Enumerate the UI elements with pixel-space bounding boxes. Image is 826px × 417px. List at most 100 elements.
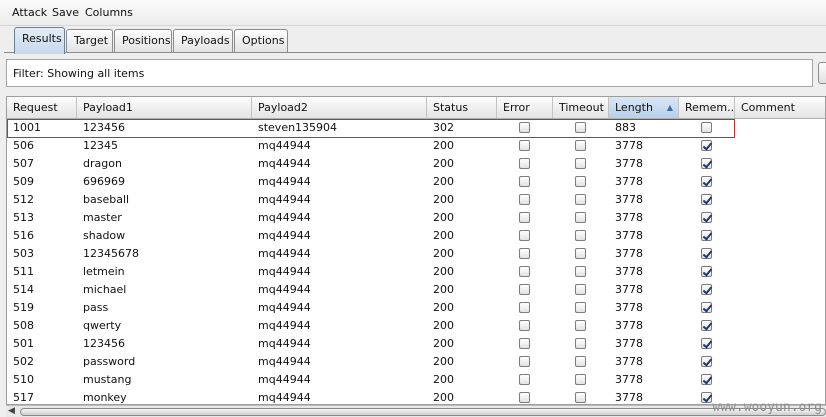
column-header-remember[interactable]: Remem... bbox=[679, 97, 735, 118]
cell-comment bbox=[735, 227, 741, 245]
column-header-comment[interactable]: Comment bbox=[735, 97, 825, 118]
error-checkbox[interactable] bbox=[519, 374, 530, 385]
remember-checkbox[interactable] bbox=[701, 122, 712, 133]
remember-checkbox[interactable] bbox=[701, 140, 712, 151]
cell-status: 200 bbox=[433, 211, 454, 224]
error-checkbox[interactable] bbox=[519, 140, 530, 151]
error-checkbox[interactable] bbox=[519, 284, 530, 295]
table-row[interactable]: 508 qwerty mq44944 200 3778 bbox=[7, 317, 825, 335]
timeout-checkbox[interactable] bbox=[575, 194, 586, 205]
table-row[interactable]: 513 master mq44944 200 3778 bbox=[7, 209, 825, 227]
table-row[interactable]: 507 dragon mq44944 200 3778 bbox=[7, 155, 825, 173]
timeout-checkbox[interactable] bbox=[575, 374, 586, 385]
timeout-checkbox[interactable] bbox=[575, 140, 586, 151]
cell-payload1: 12345 bbox=[83, 139, 118, 152]
timeout-checkbox[interactable] bbox=[575, 212, 586, 223]
error-checkbox[interactable] bbox=[519, 122, 530, 133]
table-row[interactable]: 501 123456 mq44944 200 3778 bbox=[7, 335, 825, 353]
table-row[interactable]: 514 michael mq44944 200 3778 bbox=[7, 281, 825, 299]
menu-save[interactable]: Save bbox=[52, 6, 79, 19]
remember-checkbox[interactable] bbox=[701, 284, 712, 295]
cell-payload2: mq44944 bbox=[258, 193, 311, 206]
timeout-checkbox[interactable] bbox=[575, 284, 586, 295]
remember-checkbox[interactable] bbox=[701, 392, 712, 403]
timeout-checkbox[interactable] bbox=[575, 230, 586, 241]
error-checkbox[interactable] bbox=[519, 392, 530, 403]
filter-side-button[interactable] bbox=[818, 62, 826, 84]
scrollbar-thumb[interactable] bbox=[20, 408, 826, 416]
remember-checkbox[interactable] bbox=[701, 176, 712, 187]
tab-options[interactable]: Options bbox=[234, 29, 288, 53]
table-row[interactable]: 1001 123456 steven135904 302 883 bbox=[7, 119, 825, 138]
timeout-checkbox[interactable] bbox=[575, 248, 586, 259]
table-row[interactable]: 503 12345678 mq44944 200 3778 bbox=[7, 245, 825, 263]
horizontal-scrollbar[interactable]: ◀ bbox=[6, 405, 826, 417]
cell-comment bbox=[735, 173, 741, 191]
remember-checkbox[interactable] bbox=[701, 338, 712, 349]
remember-checkbox[interactable] bbox=[701, 266, 712, 277]
cell-payload2: mq44944 bbox=[258, 355, 311, 368]
column-header-timeout[interactable]: Timeout bbox=[553, 97, 609, 118]
tab-payloads[interactable]: Payloads bbox=[173, 29, 233, 53]
remember-checkbox[interactable] bbox=[701, 158, 712, 169]
column-header-payload2[interactable]: Payload2 bbox=[252, 97, 427, 118]
cell-request: 502 bbox=[13, 355, 34, 368]
remember-checkbox[interactable] bbox=[701, 212, 712, 223]
remember-checkbox[interactable] bbox=[701, 248, 712, 259]
timeout-checkbox[interactable] bbox=[575, 320, 586, 331]
column-header-error[interactable]: Error bbox=[497, 97, 553, 118]
error-checkbox[interactable] bbox=[519, 176, 530, 187]
table-row[interactable]: 512 baseball mq44944 200 3778 bbox=[7, 191, 825, 209]
cell-length: 3778 bbox=[615, 283, 643, 296]
error-checkbox[interactable] bbox=[519, 320, 530, 331]
timeout-checkbox[interactable] bbox=[575, 356, 586, 367]
cell-payload2: mq44944 bbox=[258, 211, 311, 224]
error-checkbox[interactable] bbox=[519, 158, 530, 169]
table-row[interactable]: 509 696969 mq44944 200 3778 bbox=[7, 173, 825, 191]
error-checkbox[interactable] bbox=[519, 302, 530, 313]
error-checkbox[interactable] bbox=[519, 248, 530, 259]
error-checkbox[interactable] bbox=[519, 266, 530, 277]
table-row[interactable]: 516 shadow mq44944 200 3778 bbox=[7, 227, 825, 245]
remember-checkbox[interactable] bbox=[701, 230, 712, 241]
remember-checkbox[interactable] bbox=[701, 302, 712, 313]
remember-checkbox[interactable] bbox=[701, 320, 712, 331]
column-header-status[interactable]: Status bbox=[427, 97, 497, 118]
cell-request: 507 bbox=[13, 157, 34, 170]
tab-target[interactable]: Target bbox=[66, 29, 113, 53]
remember-checkbox[interactable] bbox=[701, 194, 712, 205]
remember-checkbox[interactable] bbox=[701, 356, 712, 367]
table-row[interactable]: 510 mustang mq44944 200 3778 bbox=[7, 371, 825, 389]
table-row[interactable]: 506 12345 mq44944 200 3778 bbox=[7, 137, 825, 155]
table-row[interactable]: 517 monkey mq44944 200 3778 bbox=[7, 389, 825, 404]
cell-status: 200 bbox=[433, 139, 454, 152]
timeout-checkbox[interactable] bbox=[575, 392, 586, 403]
timeout-checkbox[interactable] bbox=[575, 302, 586, 313]
menu-columns[interactable]: Columns bbox=[85, 6, 133, 19]
error-checkbox[interactable] bbox=[519, 338, 530, 349]
tab-positions[interactable]: Positions bbox=[114, 29, 172, 53]
cell-payload1: mustang bbox=[83, 373, 132, 386]
cell-comment bbox=[735, 281, 741, 299]
timeout-checkbox[interactable] bbox=[575, 266, 586, 277]
error-checkbox[interactable] bbox=[519, 212, 530, 223]
table-row[interactable]: 511 letmein mq44944 200 3778 bbox=[7, 263, 825, 281]
error-checkbox[interactable] bbox=[519, 194, 530, 205]
scroll-left-icon[interactable]: ◀ bbox=[8, 406, 15, 417]
remember-checkbox[interactable] bbox=[701, 374, 712, 385]
column-header-length[interactable]: Length ▲ bbox=[609, 97, 679, 118]
error-checkbox[interactable] bbox=[519, 356, 530, 367]
filter-bar[interactable]: Filter: Showing all items bbox=[6, 59, 813, 87]
menu-attack[interactable]: Attack bbox=[12, 6, 47, 19]
tab-results[interactable]: Results bbox=[14, 27, 65, 54]
timeout-checkbox[interactable] bbox=[575, 158, 586, 169]
cell-status: 200 bbox=[433, 265, 454, 278]
column-header-request[interactable]: Request bbox=[7, 97, 77, 118]
table-row[interactable]: 519 pass mq44944 200 3778 bbox=[7, 299, 825, 317]
table-row[interactable]: 502 password mq44944 200 3778 bbox=[7, 353, 825, 371]
error-checkbox[interactable] bbox=[519, 230, 530, 241]
timeout-checkbox[interactable] bbox=[575, 176, 586, 187]
timeout-checkbox[interactable] bbox=[575, 338, 586, 349]
column-header-payload1[interactable]: Payload1 bbox=[77, 97, 252, 118]
timeout-checkbox[interactable] bbox=[575, 122, 586, 133]
